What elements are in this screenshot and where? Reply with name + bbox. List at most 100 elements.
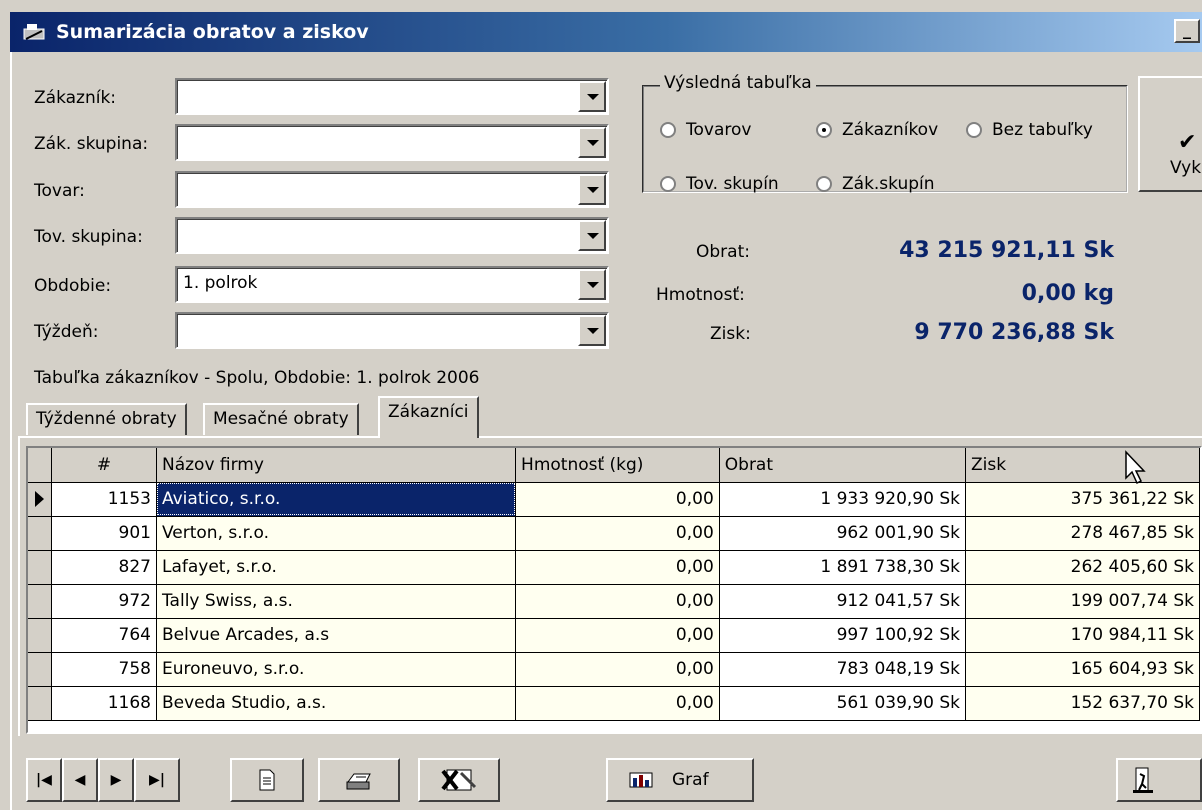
chevron-down-icon[interactable] (578, 174, 606, 205)
cell-name[interactable]: Lafayet, s.r.o. (156, 550, 517, 585)
cell-profit[interactable]: 152 637,70 Sk (965, 686, 1200, 721)
row-indicator[interactable] (28, 482, 53, 517)
cell-id[interactable]: 972 (51, 584, 157, 619)
prev-record-button[interactable]: ◀ (62, 758, 98, 802)
document-icon (259, 769, 275, 791)
table-row[interactable]: 758 Euroneuvo, s.r.o. 0,00 783 048,19 Sk… (28, 652, 1200, 687)
turnover-label: Obrat: (696, 242, 750, 262)
chevron-down-icon[interactable] (578, 315, 606, 346)
radio-products[interactable]: Tovarov (660, 120, 751, 140)
table-row[interactable]: 1153 Aviatico, s.r.o. 0,00 1 933 920,90 … (28, 482, 1200, 517)
row-indicator[interactable] (28, 652, 53, 687)
cell-profit[interactable]: 262 405,60 Sk (965, 550, 1200, 585)
export-excel-icon (441, 769, 477, 791)
radio-customers[interactable]: Zákazníkov (816, 120, 938, 140)
customer-combo[interactable] (175, 78, 609, 115)
print-button[interactable] (318, 758, 400, 802)
cell-profit[interactable]: 170 984,11 Sk (965, 618, 1200, 653)
chart-icon (629, 772, 653, 788)
column-header-weight[interactable]: Hmotnosť (kg) (515, 448, 720, 483)
cell-profit[interactable]: 199 007,74 Sk (965, 584, 1200, 619)
document-button[interactable] (230, 758, 304, 802)
cell-profit[interactable]: 375 361,22 Sk (965, 482, 1200, 517)
column-header-name[interactable]: Názov firmy (156, 448, 517, 483)
column-header-id[interactable]: # (51, 448, 157, 483)
first-record-button[interactable]: |◀ (26, 758, 62, 802)
radio-none[interactable]: Bez tabuľky (966, 120, 1093, 140)
chevron-down-icon[interactable] (578, 220, 606, 251)
cell-id[interactable]: 764 (51, 618, 157, 653)
chevron-down-icon[interactable] (578, 81, 606, 112)
cell-id[interactable]: 1153 (51, 482, 157, 517)
radio-product-groups[interactable]: Tov. skupín (660, 174, 779, 194)
chevron-down-icon[interactable] (578, 127, 606, 158)
cell-id[interactable]: 901 (51, 516, 157, 551)
first-record-icon: |◀ (36, 772, 52, 788)
exit-button[interactable] (1116, 758, 1202, 802)
cell-id[interactable]: 827 (51, 550, 157, 585)
cell-weight[interactable]: 0,00 (515, 482, 720, 517)
customer-group-combo[interactable] (175, 124, 609, 161)
period-combo[interactable]: 1. polrok (175, 266, 609, 303)
export-button[interactable] (418, 758, 500, 802)
run-button[interactable]: ✔ Vyk (1138, 76, 1202, 192)
column-header-turnover[interactable]: Obrat (719, 448, 966, 483)
next-record-icon: ▶ (110, 772, 122, 788)
cell-name[interactable]: Beveda Studio, a.s. (156, 686, 517, 721)
cell-profit[interactable]: 165 604,93 Sk (965, 652, 1200, 687)
cell-name[interactable]: Tally Swiss, a.s. (156, 584, 517, 619)
row-indicator[interactable] (28, 618, 53, 653)
product-combo[interactable] (175, 171, 609, 208)
cell-turnover[interactable]: 962 001,90 Sk (719, 516, 966, 551)
week-combo[interactable] (175, 312, 609, 349)
tab-monthly-turnover[interactable]: Mesačné obraty (203, 403, 359, 435)
chevron-down-icon[interactable] (578, 269, 606, 300)
table-row[interactable]: 972 Tally Swiss, a.s. 0,00 912 041,57 Sk… (28, 584, 1200, 619)
row-indicator[interactable] (28, 686, 53, 721)
prev-record-icon: ◀ (74, 772, 86, 788)
row-indicator[interactable] (28, 584, 53, 619)
cell-turnover[interactable]: 997 100,92 Sk (719, 618, 966, 653)
chart-button[interactable]: Graf (606, 758, 754, 802)
cell-name[interactable]: Belvue Arcades, a.s (156, 618, 517, 653)
last-record-button[interactable]: ▶| (134, 758, 180, 802)
cell-turnover[interactable]: 1 891 738,30 Sk (719, 550, 966, 585)
cell-weight[interactable]: 0,00 (515, 550, 720, 585)
column-header-profit[interactable]: Zisk (965, 448, 1200, 483)
cell-profit[interactable]: 278 467,85 Sk (965, 516, 1200, 551)
row-indicator[interactable] (28, 516, 53, 551)
customers-grid[interactable]: # Názov firmy Hmotnosť (kg) Obrat Zisk 1… (26, 446, 1202, 734)
cell-turnover[interactable]: 912 041,57 Sk (719, 584, 966, 619)
tab-weekly-turnover[interactable]: Týždenné obraty (26, 403, 187, 435)
radio-dot (816, 176, 832, 192)
cell-turnover[interactable]: 783 048,19 Sk (719, 652, 966, 687)
row-indicator[interactable] (28, 550, 53, 585)
cell-weight[interactable]: 0,00 (515, 618, 720, 653)
cell-weight[interactable]: 0,00 (515, 516, 720, 551)
window-title-bar[interactable]: Sumarizácia obratov a ziskov _ (10, 12, 1202, 52)
cell-turnover[interactable]: 1 933 920,90 Sk (719, 482, 966, 517)
product-group-label: Tov. skupina: (34, 227, 143, 247)
cell-name[interactable]: Aviatico, s.r.o. (156, 482, 517, 517)
table-row[interactable]: 901 Verton, s.r.o. 0,00 962 001,90 Sk 27… (28, 516, 1200, 551)
cell-id[interactable]: 1168 (51, 686, 157, 721)
minimize-button[interactable]: _ (1174, 19, 1200, 43)
tab-customers[interactable]: Zákazníci (378, 396, 479, 438)
table-row[interactable]: 827 Lafayet, s.r.o. 0,00 1 891 738,30 Sk… (28, 550, 1200, 585)
radio-customer-groups[interactable]: Zák.skupín (816, 174, 935, 194)
profit-label: Zisk: (710, 324, 751, 344)
cell-weight[interactable]: 0,00 (515, 686, 720, 721)
row-indicator-header (28, 448, 53, 483)
grid-header-row: # Názov firmy Hmotnosť (kg) Obrat Zisk (28, 448, 1200, 483)
run-button-label: Vyk (1170, 158, 1202, 178)
next-record-button[interactable]: ▶ (98, 758, 134, 802)
cell-id[interactable]: 758 (51, 652, 157, 687)
cell-name[interactable]: Verton, s.r.o. (156, 516, 517, 551)
cell-name[interactable]: Euroneuvo, s.r.o. (156, 652, 517, 687)
table-row[interactable]: 764 Belvue Arcades, a.s 0,00 997 100,92 … (28, 618, 1200, 653)
cell-turnover[interactable]: 561 039,90 Sk (719, 686, 966, 721)
product-group-combo[interactable] (175, 217, 609, 254)
cell-weight[interactable]: 0,00 (515, 584, 720, 619)
table-row[interactable]: 1168 Beveda Studio, a.s. 0,00 561 039,90… (28, 686, 1200, 721)
cell-weight[interactable]: 0,00 (515, 652, 720, 687)
